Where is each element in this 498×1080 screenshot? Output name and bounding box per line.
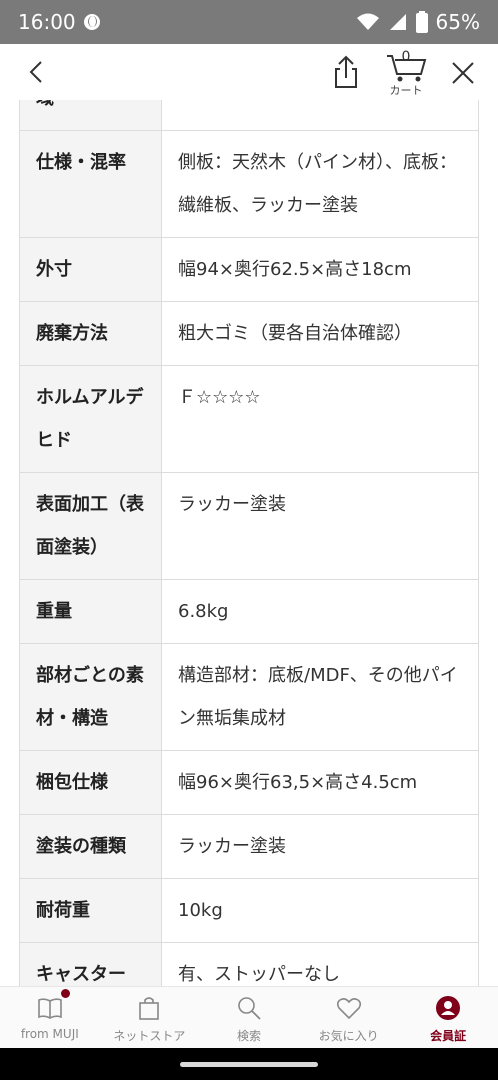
table-row: キャスター 有、ストッパーなし <box>19 942 479 986</box>
spec-label: 廃棄方法 <box>19 301 162 366</box>
tab-label: 検索 <box>236 1029 261 1043</box>
tab-from-muji[interactable]: from MUJI <box>0 987 100 1048</box>
table-row: 仕様・混率 側板：天然木（パイン材）、底板：繊維板、ラッカー塗装 <box>19 130 479 238</box>
status-time: 16:00 <box>18 10 76 34</box>
app-header: 0 カート <box>0 44 498 100</box>
close-icon <box>452 62 474 84</box>
tab-label: お気に入り <box>318 1029 379 1043</box>
battery-percent: 65% <box>435 10 480 34</box>
tab-favorites[interactable]: お気に入り <box>299 987 399 1048</box>
spec-value <box>161 100 479 131</box>
spec-value: 側板：天然木（パイン材）、底板：繊維板、ラッカー塗装 <box>161 130 479 238</box>
table-row: 重量 6.8kg <box>19 579 479 644</box>
table-row: 耐荷重 10kg <box>19 878 479 943</box>
tab-net-store[interactable]: ネットストア <box>100 987 200 1048</box>
spec-value: 6.8kg <box>161 579 479 644</box>
bottom-tab-bar: from MUJI ネットストア 検索 お気に入り 会員証 <box>0 986 498 1048</box>
table-row: 部材ごとの素材・構造 構造部材：底板/MDF、その他パイン無垢集成材 <box>19 643 479 751</box>
system-nav-bar <box>0 1048 498 1080</box>
spec-label: 仕様・混率 <box>19 130 162 238</box>
signal-icon <box>389 14 406 30</box>
spec-value: 構造部材：底板/MDF、その他パイン無垢集成材 <box>161 643 479 751</box>
table-row: 梱包仕様 幅96×奥行63,5×高さ4.5cm <box>19 750 479 815</box>
spec-value: 幅94×奥行62.5×高さ18cm <box>161 237 479 302</box>
spec-label: 外寸 <box>19 237 162 302</box>
share-icon <box>335 55 357 88</box>
notification-dot <box>61 989 70 998</box>
tab-search[interactable]: 検索 <box>199 987 299 1048</box>
status-bar: 16:00 65% <box>0 0 498 44</box>
close-button[interactable] <box>448 58 478 88</box>
tab-label: ネットストア <box>113 1029 186 1043</box>
book-icon <box>37 998 62 1019</box>
spec-label: 梱包仕様 <box>19 750 162 815</box>
bag-icon <box>139 997 160 1020</box>
wifi-icon <box>356 13 379 30</box>
chevron-left-icon <box>29 61 42 83</box>
spec-label: ホルムアルデヒド <box>19 365 162 473</box>
cart-count: 0 <box>401 49 411 65</box>
spec-label: 耐荷重 <box>19 878 162 943</box>
share-button[interactable] <box>330 54 362 90</box>
table-row: 塗装の種類 ラッカー塗装 <box>19 814 479 879</box>
spec-label: キャスター <box>19 942 162 986</box>
spec-table: 域 仕様・混率側板：天然木（パイン材）、底板：繊維板、ラッカー塗装 外寸幅94×… <box>19 100 479 986</box>
tab-member-card[interactable]: 会員証 <box>398 987 498 1048</box>
back-button[interactable] <box>22 58 50 86</box>
heart-icon <box>336 998 361 1020</box>
spec-label: 重量 <box>19 579 162 644</box>
table-row: ホルムアルデヒド Ｆ☆☆☆☆ <box>19 365 479 473</box>
status-indicators: 65% <box>356 10 480 34</box>
home-gesture-handle[interactable] <box>180 1062 318 1067</box>
battery-icon <box>415 11 428 33</box>
spec-value: ラッカー塗装 <box>161 472 479 580</box>
notification-icon <box>83 14 100 30</box>
tab-label: 会員証 <box>430 1029 467 1043</box>
member-card-icon <box>436 996 461 1020</box>
search-icon <box>238 997 261 1020</box>
spec-label: 表面加工（表面塗装） <box>19 472 162 580</box>
spec-value: 10kg <box>161 878 479 943</box>
spec-value: 幅96×奥行63,5×高さ4.5cm <box>161 750 479 815</box>
spec-value: 有、ストッパーなし <box>161 942 479 986</box>
spec-value: Ｆ☆☆☆☆ <box>161 365 479 473</box>
tab-label: from MUJI <box>20 1027 79 1041</box>
spec-label: 域 <box>19 100 162 131</box>
spec-value: ラッカー塗装 <box>161 814 479 879</box>
cart-button[interactable]: 0 カート <box>383 48 429 98</box>
product-spec-section[interactable]: 域 仕様・混率側板：天然木（パイン材）、底板：繊維板、ラッカー塗装 外寸幅94×… <box>0 100 498 986</box>
spec-label: 塗装の種類 <box>19 814 162 879</box>
table-row: 表面加工（表面塗装） ラッカー塗装 <box>19 472 479 580</box>
table-row: 域 <box>19 100 479 131</box>
spec-value: 粗大ゴミ（要各自治体確認） <box>161 301 479 366</box>
spec-label: 部材ごとの素材・構造 <box>19 643 162 751</box>
cart-label: カート <box>389 84 423 97</box>
table-row: 外寸 幅94×奥行62.5×高さ18cm <box>19 237 479 302</box>
table-row: 廃棄方法 粗大ゴミ（要各自治体確認） <box>19 301 479 366</box>
